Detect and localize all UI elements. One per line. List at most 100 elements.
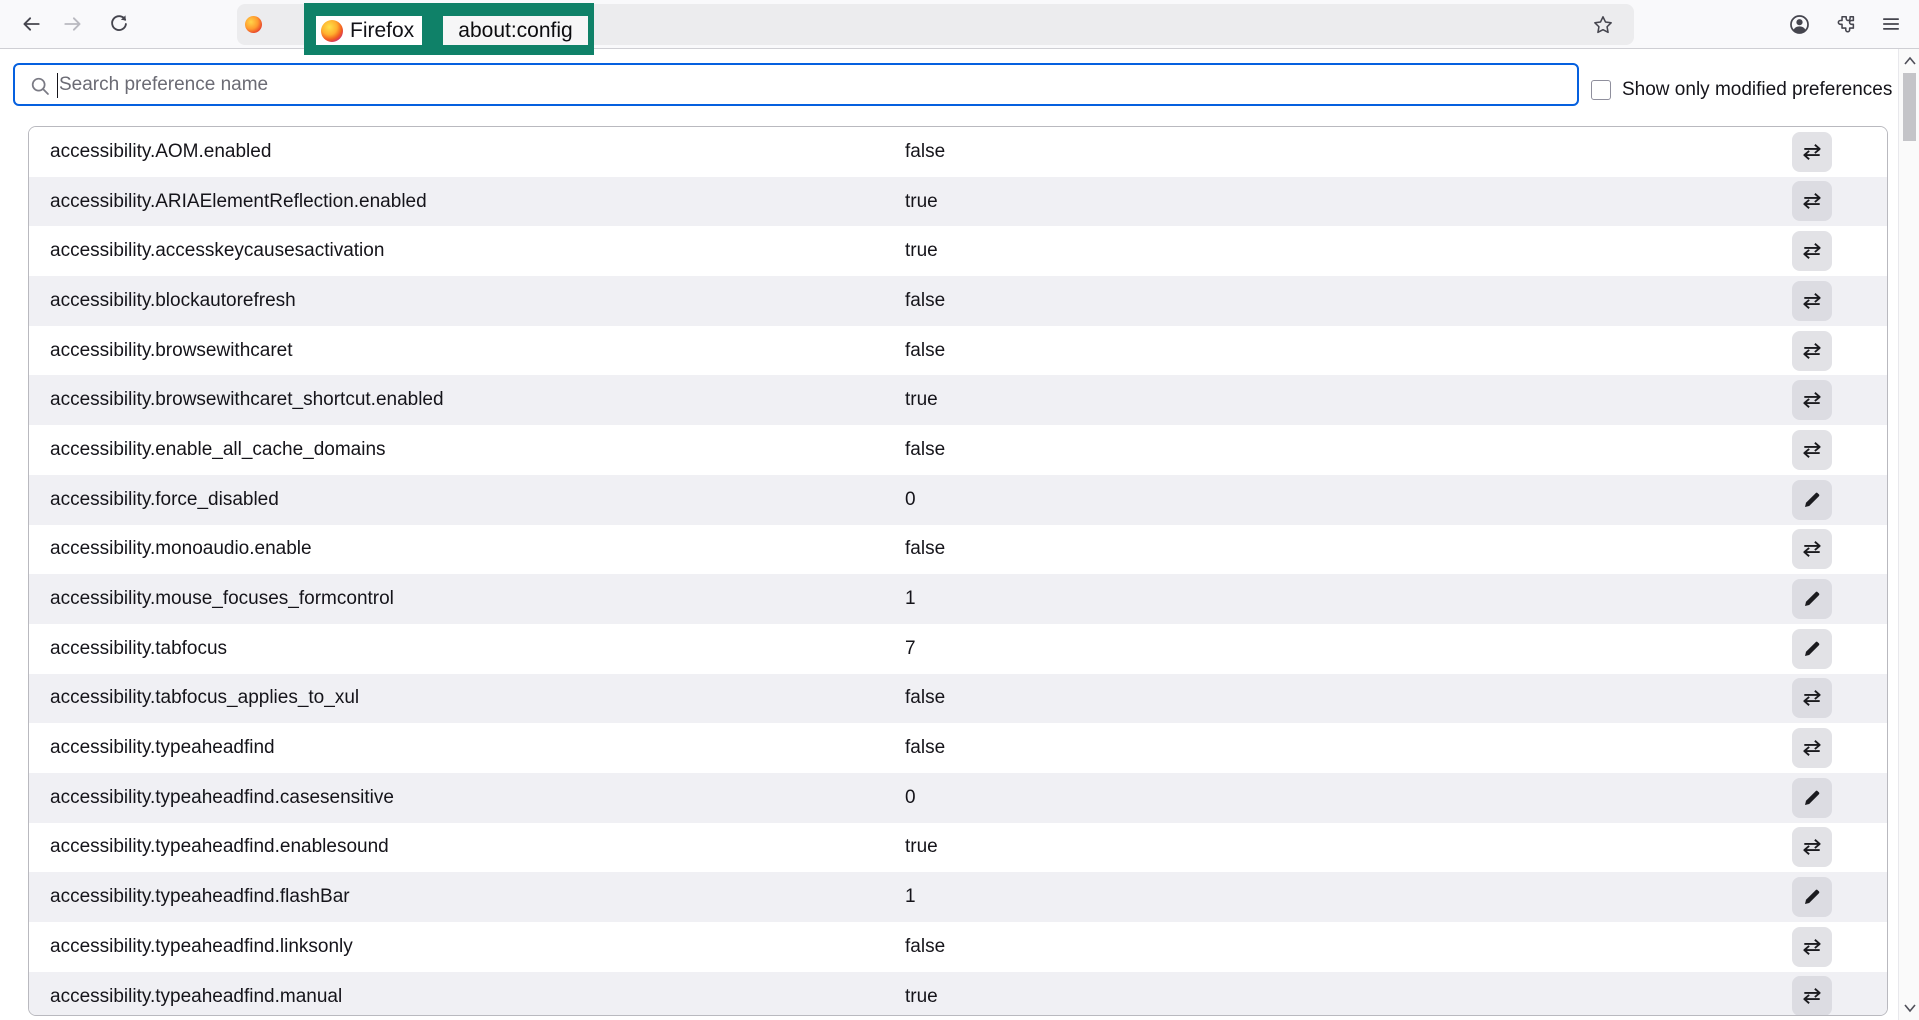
toggle-pref-button[interactable] bbox=[1792, 728, 1832, 768]
forward-button[interactable] bbox=[54, 5, 92, 43]
pref-row: accessibility.tabfocus 7 bbox=[29, 624, 1887, 674]
pref-name: accessibility.tabfocus bbox=[50, 624, 227, 674]
toggle-pref-button[interactable] bbox=[1792, 678, 1832, 718]
pref-name: accessibility.typeaheadfind.casesensitiv… bbox=[50, 773, 394, 823]
pref-row: accessibility.typeaheadfind.enablesound … bbox=[29, 823, 1887, 873]
pref-name: accessibility.typeaheadfind.manual bbox=[50, 972, 342, 1016]
toggle-pref-button[interactable] bbox=[1792, 181, 1832, 221]
pref-row: accessibility.mouse_focuses_formcontrol … bbox=[29, 574, 1887, 624]
toggle-icon bbox=[1801, 190, 1823, 212]
pref-name: accessibility.typeaheadfind.linksonly bbox=[50, 922, 353, 972]
show-modified-label: Show only modified preferences bbox=[1622, 79, 1892, 101]
toggle-pref-button[interactable] bbox=[1792, 380, 1832, 420]
show-modified-filter[interactable]: Show only modified preferences bbox=[1591, 79, 1892, 101]
pref-name: accessibility.typeaheadfind.flashBar bbox=[50, 872, 350, 922]
pref-row: accessibility.force_disabled 0 bbox=[29, 475, 1887, 525]
pref-name: accessibility.typeaheadfind bbox=[50, 723, 275, 773]
toggle-pref-button[interactable] bbox=[1792, 231, 1832, 271]
extensions-icon bbox=[1835, 13, 1857, 35]
pref-name: accessibility.tabfocus_applies_to_xul bbox=[50, 674, 359, 724]
toggle-icon bbox=[1801, 936, 1823, 958]
pref-value: 0 bbox=[905, 475, 916, 525]
pref-name: accessibility.ARIAElementReflection.enab… bbox=[50, 177, 427, 227]
menu-icon bbox=[1880, 13, 1902, 35]
edit-icon bbox=[1802, 639, 1822, 659]
pref-value: true bbox=[905, 375, 938, 425]
pref-row: accessibility.typeaheadfind.linksonly fa… bbox=[29, 922, 1887, 972]
edit-icon bbox=[1802, 490, 1822, 510]
annotation-highlight: Firefox about:config bbox=[304, 3, 594, 55]
toggle-icon bbox=[1801, 389, 1823, 411]
scroll-up-button[interactable] bbox=[1899, 51, 1919, 71]
identity-brand-label: Firefox bbox=[350, 19, 414, 43]
toggle-icon bbox=[1801, 340, 1823, 362]
toggle-icon bbox=[1801, 439, 1823, 461]
pref-name: accessibility.blockautorefresh bbox=[50, 276, 296, 326]
edit-pref-button[interactable] bbox=[1792, 778, 1832, 818]
search-box bbox=[13, 63, 1579, 106]
pref-value: false bbox=[905, 922, 945, 972]
scroll-up-icon bbox=[1903, 56, 1917, 66]
search-input[interactable] bbox=[15, 65, 1577, 104]
forward-icon bbox=[62, 13, 84, 35]
toggle-pref-button[interactable] bbox=[1792, 281, 1832, 321]
toggle-pref-button[interactable] bbox=[1792, 331, 1832, 371]
show-modified-checkbox[interactable] bbox=[1591, 80, 1611, 100]
pref-value: true bbox=[905, 972, 938, 1016]
pref-value: false bbox=[905, 425, 945, 475]
toggle-pref-button[interactable] bbox=[1792, 827, 1832, 867]
toggle-pref-button[interactable] bbox=[1792, 430, 1832, 470]
prefs-table: accessibility.AOM.enabled false accessib… bbox=[28, 126, 1888, 1016]
toggle-pref-button[interactable] bbox=[1792, 529, 1832, 569]
edit-pref-button[interactable] bbox=[1792, 579, 1832, 619]
toggle-pref-button[interactable] bbox=[1792, 132, 1832, 172]
firefox-window: Firefox about:config bbox=[0, 0, 1919, 1020]
pref-row: accessibility.enable_all_cache_domains f… bbox=[29, 425, 1887, 475]
back-button[interactable] bbox=[12, 5, 50, 43]
pref-row: accessibility.ARIAElementReflection.enab… bbox=[29, 177, 1887, 227]
vertical-scrollbar[interactable] bbox=[1898, 49, 1919, 1020]
pref-name: accessibility.enable_all_cache_domains bbox=[50, 425, 386, 475]
bookmark-star-icon bbox=[1592, 14, 1614, 36]
edit-pref-button[interactable] bbox=[1792, 629, 1832, 669]
edit-pref-button[interactable] bbox=[1792, 480, 1832, 520]
reload-button[interactable] bbox=[100, 5, 138, 43]
toggle-icon bbox=[1801, 687, 1823, 709]
pref-value: false bbox=[905, 525, 945, 575]
browser-toolbar: Firefox about:config bbox=[0, 0, 1919, 49]
pref-row: accessibility.blockautorefresh false bbox=[29, 276, 1887, 326]
edit-pref-button[interactable] bbox=[1792, 877, 1832, 917]
toggle-icon bbox=[1801, 290, 1823, 312]
scrollbar-thumb[interactable] bbox=[1903, 73, 1916, 141]
pref-value: 0 bbox=[905, 773, 916, 823]
url-text: about:config bbox=[443, 16, 588, 45]
firefox-favicon-icon bbox=[245, 16, 262, 33]
account-button[interactable] bbox=[1780, 5, 1818, 43]
pref-name: accessibility.accesskeycausesactivation bbox=[50, 226, 384, 276]
identity-chip: Firefox bbox=[316, 16, 422, 45]
pref-value: true bbox=[905, 226, 938, 276]
account-icon bbox=[1788, 13, 1811, 36]
pref-row: accessibility.browsewithcaret false bbox=[29, 326, 1887, 376]
pref-row: accessibility.AOM.enabled false bbox=[29, 127, 1887, 177]
pref-value: false bbox=[905, 723, 945, 773]
pref-name: accessibility.browsewithcaret_shortcut.e… bbox=[50, 375, 444, 425]
scroll-down-button[interactable] bbox=[1899, 998, 1919, 1018]
firefox-logo-icon bbox=[321, 20, 343, 42]
pref-row: accessibility.typeaheadfind false bbox=[29, 723, 1887, 773]
pref-row: accessibility.typeaheadfind.flashBar 1 bbox=[29, 872, 1887, 922]
bookmark-star-button[interactable] bbox=[1588, 10, 1618, 40]
toggle-icon bbox=[1801, 836, 1823, 858]
pref-row: accessibility.browsewithcaret_shortcut.e… bbox=[29, 375, 1887, 425]
pref-row: accessibility.monoaudio.enable false bbox=[29, 525, 1887, 575]
toggle-pref-button[interactable] bbox=[1792, 927, 1832, 967]
menu-button[interactable] bbox=[1872, 5, 1910, 43]
pref-name: accessibility.browsewithcaret bbox=[50, 326, 293, 376]
pref-row: accessibility.accesskeycausesactivation … bbox=[29, 226, 1887, 276]
pref-value: false bbox=[905, 276, 945, 326]
scroll-down-icon bbox=[1903, 1003, 1917, 1013]
toggle-icon bbox=[1801, 985, 1823, 1007]
toggle-pref-button[interactable] bbox=[1792, 976, 1832, 1016]
edit-icon bbox=[1802, 788, 1822, 808]
extensions-button[interactable] bbox=[1827, 5, 1865, 43]
